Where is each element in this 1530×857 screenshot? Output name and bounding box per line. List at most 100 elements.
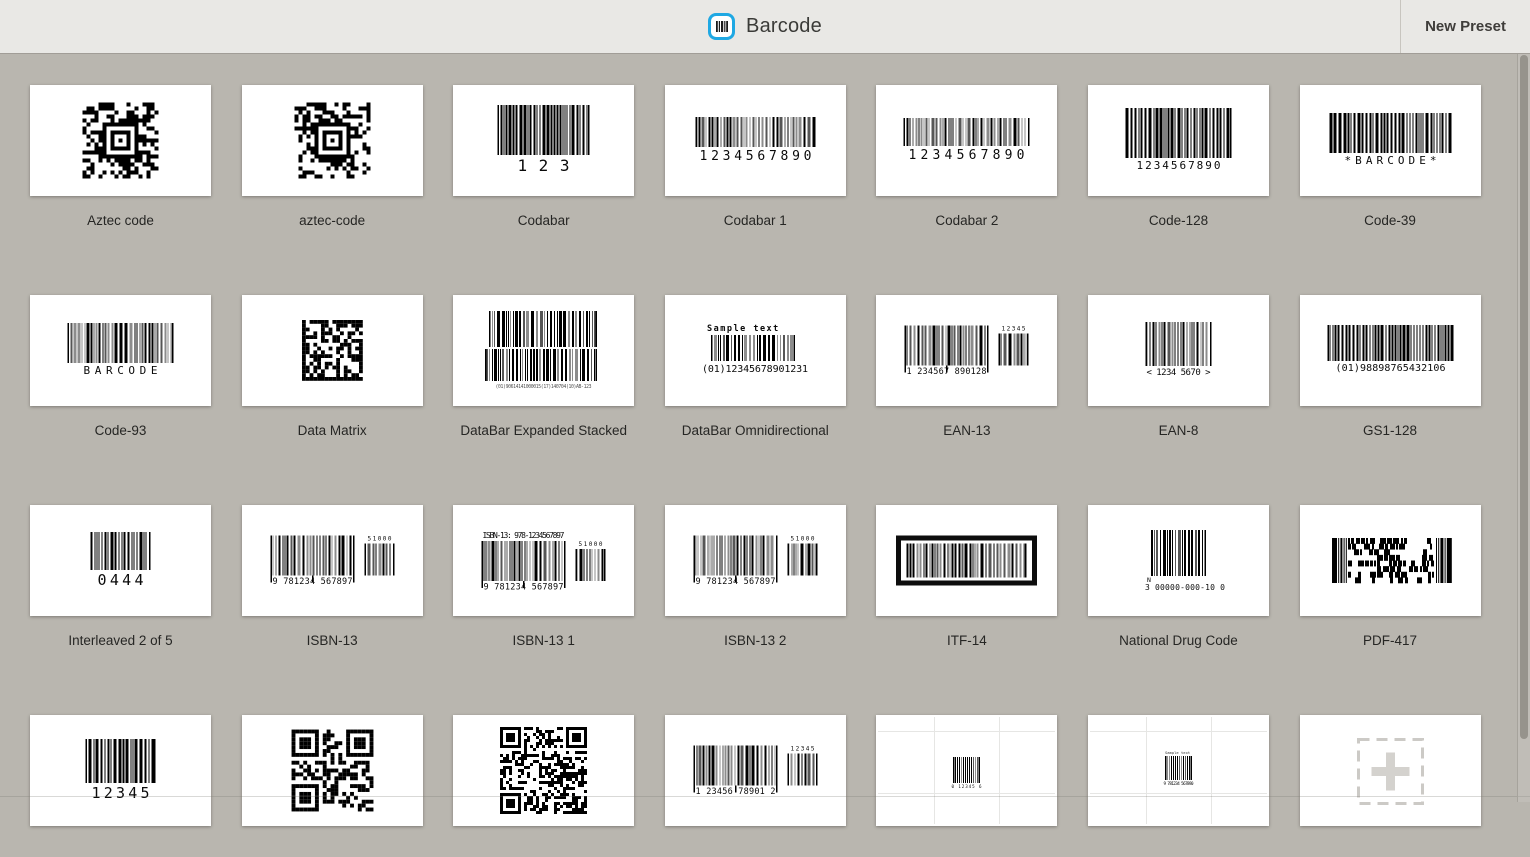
- preset-label: Code-128: [1088, 213, 1269, 228]
- svg-text:0 12345 6: 0 12345 6: [952, 784, 982, 789]
- svg-text:*BARCODE*: *BARCODE*: [1344, 154, 1436, 167]
- scrollbar-thumb[interactable]: [1520, 55, 1528, 739]
- preset-tile[interactable]: 1234567890 Code-128: [1088, 85, 1269, 227]
- svg-text:12345: 12345: [1002, 326, 1026, 333]
- barcode-preview-card[interactable]: 9 781234 56789751000: [242, 505, 423, 616]
- barcode-preview-card[interactable]: [1300, 715, 1481, 826]
- preset-tile[interactable]: (01)90614141000015(17)140704(10)AB-123 D…: [453, 295, 634, 437]
- barcode-preview-card[interactable]: 1234567890: [876, 85, 1057, 196]
- preset-tile[interactable]: 1234567890 Codabar 2: [876, 85, 1057, 227]
- preset-tile[interactable]: < 1234 5670 > EAN-8: [1088, 295, 1269, 437]
- app-title-group: Barcode: [708, 13, 822, 40]
- barcode-preview-card[interactable]: [453, 715, 634, 826]
- preset-tile[interactable]: *BARCODE* Code-39: [1300, 85, 1481, 227]
- barcode-preview-card[interactable]: N3 00000-000-10 0: [1088, 505, 1269, 616]
- preset-tile[interactable]: 9 781234 56789751000 ISBN-13: [242, 505, 423, 647]
- barcode-preview: < 1234 5670 >: [1088, 295, 1269, 406]
- barcode-preview: 1 234567 89012812345: [876, 295, 1057, 406]
- svg-text:12345: 12345: [790, 746, 814, 753]
- svg-text:1 23456 78901 2: 1 23456 78901 2: [695, 787, 775, 797]
- add-preset-tile[interactable]: [1300, 715, 1481, 857]
- barcode-preview: Sample text9 781234 567890: [1088, 715, 1269, 826]
- preset-label: Codabar 1: [665, 213, 846, 228]
- preset-tile[interactable]: 123 Codabar: [453, 85, 634, 227]
- barcode-preview: [242, 85, 423, 196]
- barcode-preview: [876, 505, 1057, 616]
- barcode-preview-card[interactable]: [1300, 505, 1481, 616]
- barcode-preview-card[interactable]: (01)98898765432106: [1300, 295, 1481, 406]
- svg-text:51000: 51000: [367, 536, 391, 543]
- svg-text:9 781234 567897: 9 781234 567897: [484, 583, 564, 593]
- new-preset-button[interactable]: New Preset: [1400, 0, 1530, 53]
- barcode-preview-card[interactable]: 1234567890: [665, 85, 846, 196]
- barcode-preview: 1234567890: [1088, 85, 1269, 196]
- preset-tile[interactable]: N3 00000-000-10 0 National Drug Code: [1088, 505, 1269, 647]
- barcode-preview-card[interactable]: 12345: [30, 715, 211, 826]
- svg-text:1234567890: 1234567890: [699, 149, 811, 164]
- preset-label: Aztec code: [30, 213, 211, 228]
- preset-tile[interactable]: [453, 715, 634, 857]
- barcode-preview-card[interactable]: BARCODE: [30, 295, 211, 406]
- preset-label: DataBar Omnidirectional: [665, 423, 846, 438]
- barcode-preview-card[interactable]: Sample text(01)12345678901231: [665, 295, 846, 406]
- barcode-preview-card[interactable]: *BARCODE*: [1300, 85, 1481, 196]
- preset-tile[interactable]: 9 781234 56789751000 ISBN-13 2: [665, 505, 846, 647]
- preset-tile[interactable]: aztec-code: [242, 85, 423, 227]
- barcode-preview-card[interactable]: (01)90614141000015(17)140704(10)AB-123: [453, 295, 634, 406]
- preset-label: Code-39: [1300, 213, 1481, 228]
- preset-label: Code-93: [30, 423, 211, 438]
- barcode-preview-card[interactable]: 1 23456 78901 2 12345: [665, 715, 846, 826]
- preset-tile[interactable]: (01)98898765432106 GS1-128: [1300, 295, 1481, 437]
- barcode-preview-card[interactable]: [242, 85, 423, 196]
- preset-tile[interactable]: 12345: [30, 715, 211, 857]
- barcode-preview: 9 781234 56789751000: [242, 505, 423, 616]
- barcode-preview-card[interactable]: 123: [453, 85, 634, 196]
- barcode-preview-card[interactable]: 0444: [30, 505, 211, 616]
- preset-label: aztec-code: [242, 213, 423, 228]
- preset-tile[interactable]: ITF-14: [876, 505, 1057, 647]
- preset-tile[interactable]: Aztec code: [30, 85, 211, 227]
- barcode-preview: [242, 295, 423, 406]
- preset-tile[interactable]: Sample text9 781234 567890: [1088, 715, 1269, 857]
- preset-tile[interactable]: 0444 Interleaved 2 of 5: [30, 505, 211, 647]
- preset-tile[interactable]: 1 23456 78901 2 12345: [665, 715, 846, 857]
- barcode-preview-card[interactable]: 9 781234 56789751000: [665, 505, 846, 616]
- barcode-preview: [242, 715, 423, 826]
- preset-tile[interactable]: [242, 715, 423, 857]
- svg-text:1234567890: 1234567890: [1136, 159, 1220, 172]
- barcode-preview: N3 00000-000-10 0: [1088, 505, 1269, 616]
- barcode-preview: ISBN-13: 978-12345678979 781234 56789751…: [453, 505, 634, 616]
- preset-tile[interactable]: 0 12345 6: [876, 715, 1057, 857]
- svg-text:3 00000-000-10 0: 3 00000-000-10 0: [1145, 583, 1225, 592]
- preset-label: Interleaved 2 of 5: [30, 633, 211, 648]
- barcode-preview-card[interactable]: [242, 715, 423, 826]
- barcode-preview: 0 12345 6: [876, 715, 1057, 826]
- preset-tile[interactable]: 1234567890 Codabar 1: [665, 85, 846, 227]
- scrollbar[interactable]: [1517, 54, 1530, 802]
- svg-text:51000: 51000: [790, 536, 814, 543]
- preset-tile[interactable]: 1 234567 89012812345 EAN-13: [876, 295, 1057, 437]
- barcode-preview-card[interactable]: [876, 505, 1057, 616]
- preset-tile[interactable]: PDF-417: [1300, 505, 1481, 647]
- svg-text:< 1234 5670 >: < 1234 5670 >: [1146, 368, 1211, 378]
- barcode-preview: 9 781234 56789751000: [665, 505, 846, 616]
- barcode-preview: [453, 715, 634, 826]
- preset-label: EAN-8: [1088, 423, 1269, 438]
- preset-tile[interactable]: ISBN-13: 978-12345678979 781234 56789751…: [453, 505, 634, 647]
- barcode-preview-card[interactable]: Sample text9 781234 567890: [1088, 715, 1269, 826]
- barcode-preview-card[interactable]: 0 12345 6: [876, 715, 1057, 826]
- barcode-preview-card[interactable]: 1234567890: [1088, 85, 1269, 196]
- barcode-preview-card[interactable]: [30, 85, 211, 196]
- barcode-preview-card[interactable]: < 1234 5670 >: [1088, 295, 1269, 406]
- barcode-preview-card[interactable]: [242, 295, 423, 406]
- preset-label: Codabar: [453, 213, 634, 228]
- preset-tile[interactable]: Data Matrix: [242, 295, 423, 437]
- svg-text:12345: 12345: [92, 784, 150, 802]
- barcode-preview: 1234567890: [876, 85, 1057, 196]
- preset-tile[interactable]: Sample text(01)12345678901231 DataBar Om…: [665, 295, 846, 437]
- preset-tile[interactable]: BARCODE Code-93: [30, 295, 211, 437]
- barcode-preview-card[interactable]: ISBN-13: 978-12345678979 781234 56789751…: [453, 505, 634, 616]
- barcode-preview-card[interactable]: 1 234567 89012812345: [876, 295, 1057, 406]
- svg-text:51000: 51000: [579, 541, 603, 548]
- preset-label: ISBN-13 2: [665, 633, 846, 648]
